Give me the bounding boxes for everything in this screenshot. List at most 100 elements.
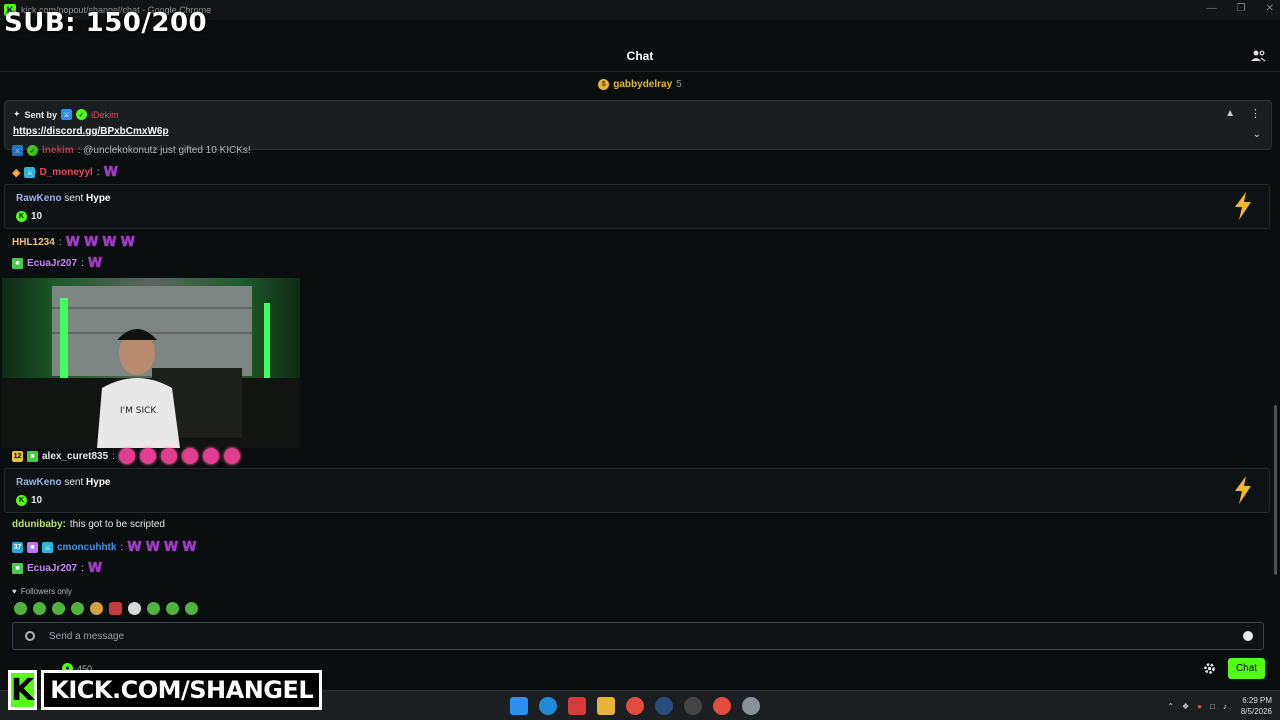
mic-icon[interactable]: ●: [1197, 702, 1202, 711]
gear-icon[interactable]: [1203, 662, 1216, 675]
heart-emote: [118, 448, 135, 464]
minimize-icon[interactable]: —: [1207, 3, 1217, 14]
lightning-bolt-icon: [1235, 476, 1251, 504]
heart-emote: [181, 448, 198, 464]
edge-icon[interactable]: [539, 697, 557, 715]
clock[interactable]: 6:29 PM 8/5/2026: [1241, 695, 1272, 717]
maximize-icon[interactable]: ❐: [1237, 3, 1246, 14]
w-emote: W: [145, 540, 160, 555]
start-icon[interactable]: [510, 697, 528, 715]
emote-icon[interactable]: [147, 602, 160, 615]
dropbox-icon[interactable]: ❖: [1182, 702, 1189, 711]
gift-badge-icon: ■: [12, 563, 23, 574]
clock-time: 6:29 PM: [1242, 696, 1272, 705]
followers-only-notice: ♥ Followers only: [12, 587, 72, 596]
chat-message: 12 ■ alex_curet835 :: [12, 448, 240, 464]
chat-username[interactable]: D_moneyyl: [39, 167, 92, 178]
users-icon[interactable]: [1250, 48, 1266, 64]
hype-item: Hype: [86, 477, 111, 488]
chat-message: HHL1234 : W W W W: [12, 235, 135, 250]
webcam-overlay: I'M SICK: [2, 278, 300, 448]
pinned-link[interactable]: https://discord.gg/BPxbCmxW6p: [13, 126, 169, 137]
chat-username[interactable]: HHL1234: [12, 237, 55, 248]
chat-username[interactable]: EcuaJr207: [27, 563, 77, 574]
chat-colon: :: [96, 167, 100, 178]
heart-emote: [139, 448, 156, 464]
chat-input-box: [12, 622, 1264, 650]
w-emote: W: [87, 256, 103, 271]
quick-emote-bar: [14, 602, 198, 615]
heart-emote: [223, 448, 240, 464]
clock-date: 8/5/2026: [1240, 707, 1272, 716]
chat-username[interactable]: cmoncuhhtk: [57, 542, 116, 553]
kick-logo-overlay: K KICK.COM/SHANGEL: [8, 668, 323, 712]
w-emote: W: [102, 235, 117, 250]
hype-amount: 10: [31, 495, 43, 506]
steam-icon[interactable]: [655, 697, 673, 715]
chevron-down-icon[interactable]: ⌄: [1253, 129, 1261, 140]
chat-username[interactable]: alex_curet835: [42, 451, 108, 462]
chat-message-input[interactable]: [49, 630, 1199, 642]
w-emote: W: [120, 235, 135, 250]
emote-icon[interactable]: [52, 602, 65, 615]
chat-text: this got to be scripted: [69, 519, 165, 530]
chat-username[interactable]: ddunibaby:: [12, 519, 66, 530]
coin-icon: $: [598, 78, 610, 90]
chat-message: ⚔ ✓ lnekim : @unclekokonutz just gifted …: [12, 145, 251, 156]
sub-count-overlay: SUB: 150/200: [4, 8, 208, 38]
send-chat-button[interactable]: Chat: [1228, 658, 1265, 679]
w-emote: W: [127, 540, 142, 555]
moderator-badge-icon: ⚔: [42, 542, 53, 553]
chat-username[interactable]: EcuaJr207: [27, 258, 77, 269]
emote-icon[interactable]: [109, 602, 122, 615]
pinned-sender[interactable]: iDekim: [91, 110, 119, 120]
emote-icon[interactable]: [185, 602, 198, 615]
folder-icon[interactable]: [597, 697, 615, 715]
obs-icon[interactable]: [684, 697, 702, 715]
top-gifter-bar[interactable]: $ gabbydelray 5: [0, 74, 1280, 94]
volume-icon[interactable]: ♪: [1223, 702, 1227, 711]
webcam-image: I'M SICK: [2, 278, 300, 448]
settings-icon[interactable]: [742, 697, 760, 715]
heart-emotes: [118, 448, 240, 464]
verified-badge-icon: ✓: [76, 109, 88, 120]
kick-url-text: KICK.COM/SHANGEL: [41, 670, 323, 710]
emoji-picker-icon[interactable]: [1243, 631, 1253, 641]
emote-icon[interactable]: [71, 602, 84, 615]
chat-colon: :: [81, 258, 84, 269]
emote-icon[interactable]: [128, 602, 141, 615]
hype-username[interactable]: RawKeno: [16, 193, 62, 204]
hype-username[interactable]: RawKeno: [16, 477, 62, 488]
kicks-icon: K: [16, 211, 27, 222]
pin-icon[interactable]: ▲: [1225, 108, 1235, 119]
moderator-badge-icon: ⚔: [61, 109, 73, 120]
window-controls: — ❐ ✕: [1207, 3, 1274, 14]
heart-emote: [160, 448, 177, 464]
chevron-up-icon[interactable]: ⌃: [1167, 702, 1174, 711]
pinned-message: ✦ Sent by ⚔ ✓ iDekim https://discord.gg/…: [4, 100, 1272, 150]
shield-icon: [25, 631, 35, 641]
chrome-icon[interactable]: [713, 697, 731, 715]
chat-username[interactable]: lnekim: [42, 145, 74, 156]
emote-icon[interactable]: [90, 602, 103, 615]
app-icon[interactable]: [568, 697, 586, 715]
emote-icon[interactable]: [166, 602, 179, 615]
emote-icon[interactable]: [14, 602, 27, 615]
chrome-icon[interactable]: [626, 697, 644, 715]
chat-scrollbar[interactable]: [1274, 405, 1277, 575]
chat-colon: :: [112, 450, 115, 462]
kicks-icon: K: [16, 495, 27, 506]
hype-sent-label: sent: [64, 193, 84, 204]
hype-sent-label: sent: [64, 477, 84, 488]
more-options-icon[interactable]: ⋮: [1250, 107, 1261, 120]
emote-icon[interactable]: [33, 602, 46, 615]
chat-text: : @unclekokonutz just gifted 10 KICKs!: [77, 145, 251, 156]
kick-k-logo: K: [8, 670, 38, 710]
heart-emote: [202, 448, 219, 464]
close-icon[interactable]: ✕: [1266, 3, 1274, 14]
chat-message: ■ EcuaJr207 : W: [12, 256, 102, 271]
hype-event-card: RawKeno sent Hype K 10: [4, 184, 1270, 229]
hype-amount: 10: [31, 211, 43, 222]
flame-badge-icon: ◆: [12, 167, 21, 179]
network-icon[interactable]: □: [1210, 702, 1215, 711]
